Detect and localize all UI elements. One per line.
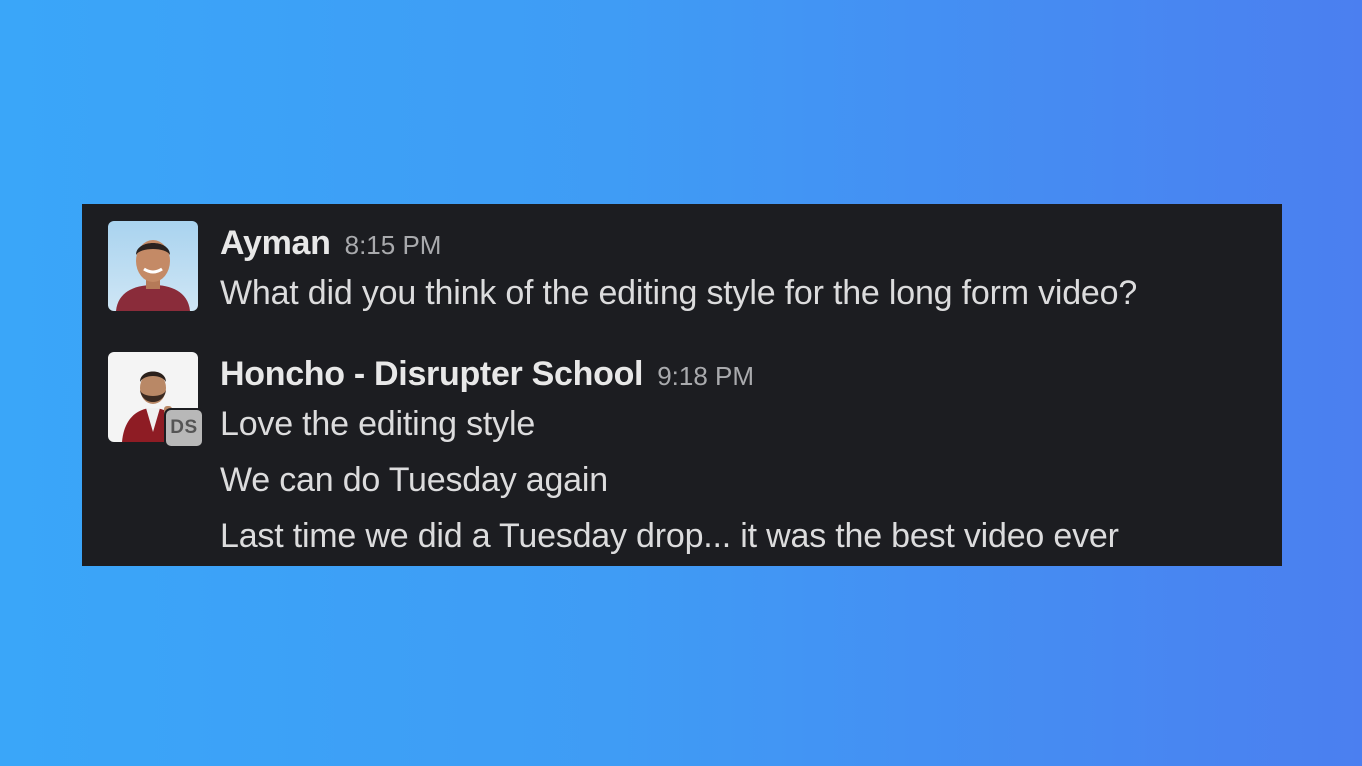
avatar-photo (108, 221, 198, 311)
message-content: Ayman 8:15 PM What did you think of the e… (220, 221, 1137, 321)
message-text: We can do Tuesday again (220, 461, 608, 499)
message-text: Last time we did a Tuesday drop... it wa… (220, 517, 1119, 555)
timestamp[interactable]: 9:18 PM (657, 361, 754, 391)
workspace-badge-label: DS (166, 410, 202, 446)
message-header: Honcho - Disrupter School 9:18 PM (220, 352, 1119, 396)
sender-name[interactable]: Ayman (220, 224, 331, 262)
message-header: Ayman 8:15 PM (220, 221, 1137, 265)
chat-panel: Ayman 8:15 PM What did you think of the e… (82, 204, 1282, 566)
timestamp[interactable]: 8:15 PM (345, 230, 442, 260)
workspace-badge: DS (164, 408, 204, 448)
message-content: Honcho - Disrupter School 9:18 PM Love th… (220, 352, 1119, 564)
avatar[interactable] (108, 221, 198, 311)
message-text: Love the editing style (220, 405, 536, 443)
sender-name[interactable]: Honcho - Disrupter School (220, 355, 643, 393)
message-text: What did you think of the editing style … (220, 274, 1138, 312)
